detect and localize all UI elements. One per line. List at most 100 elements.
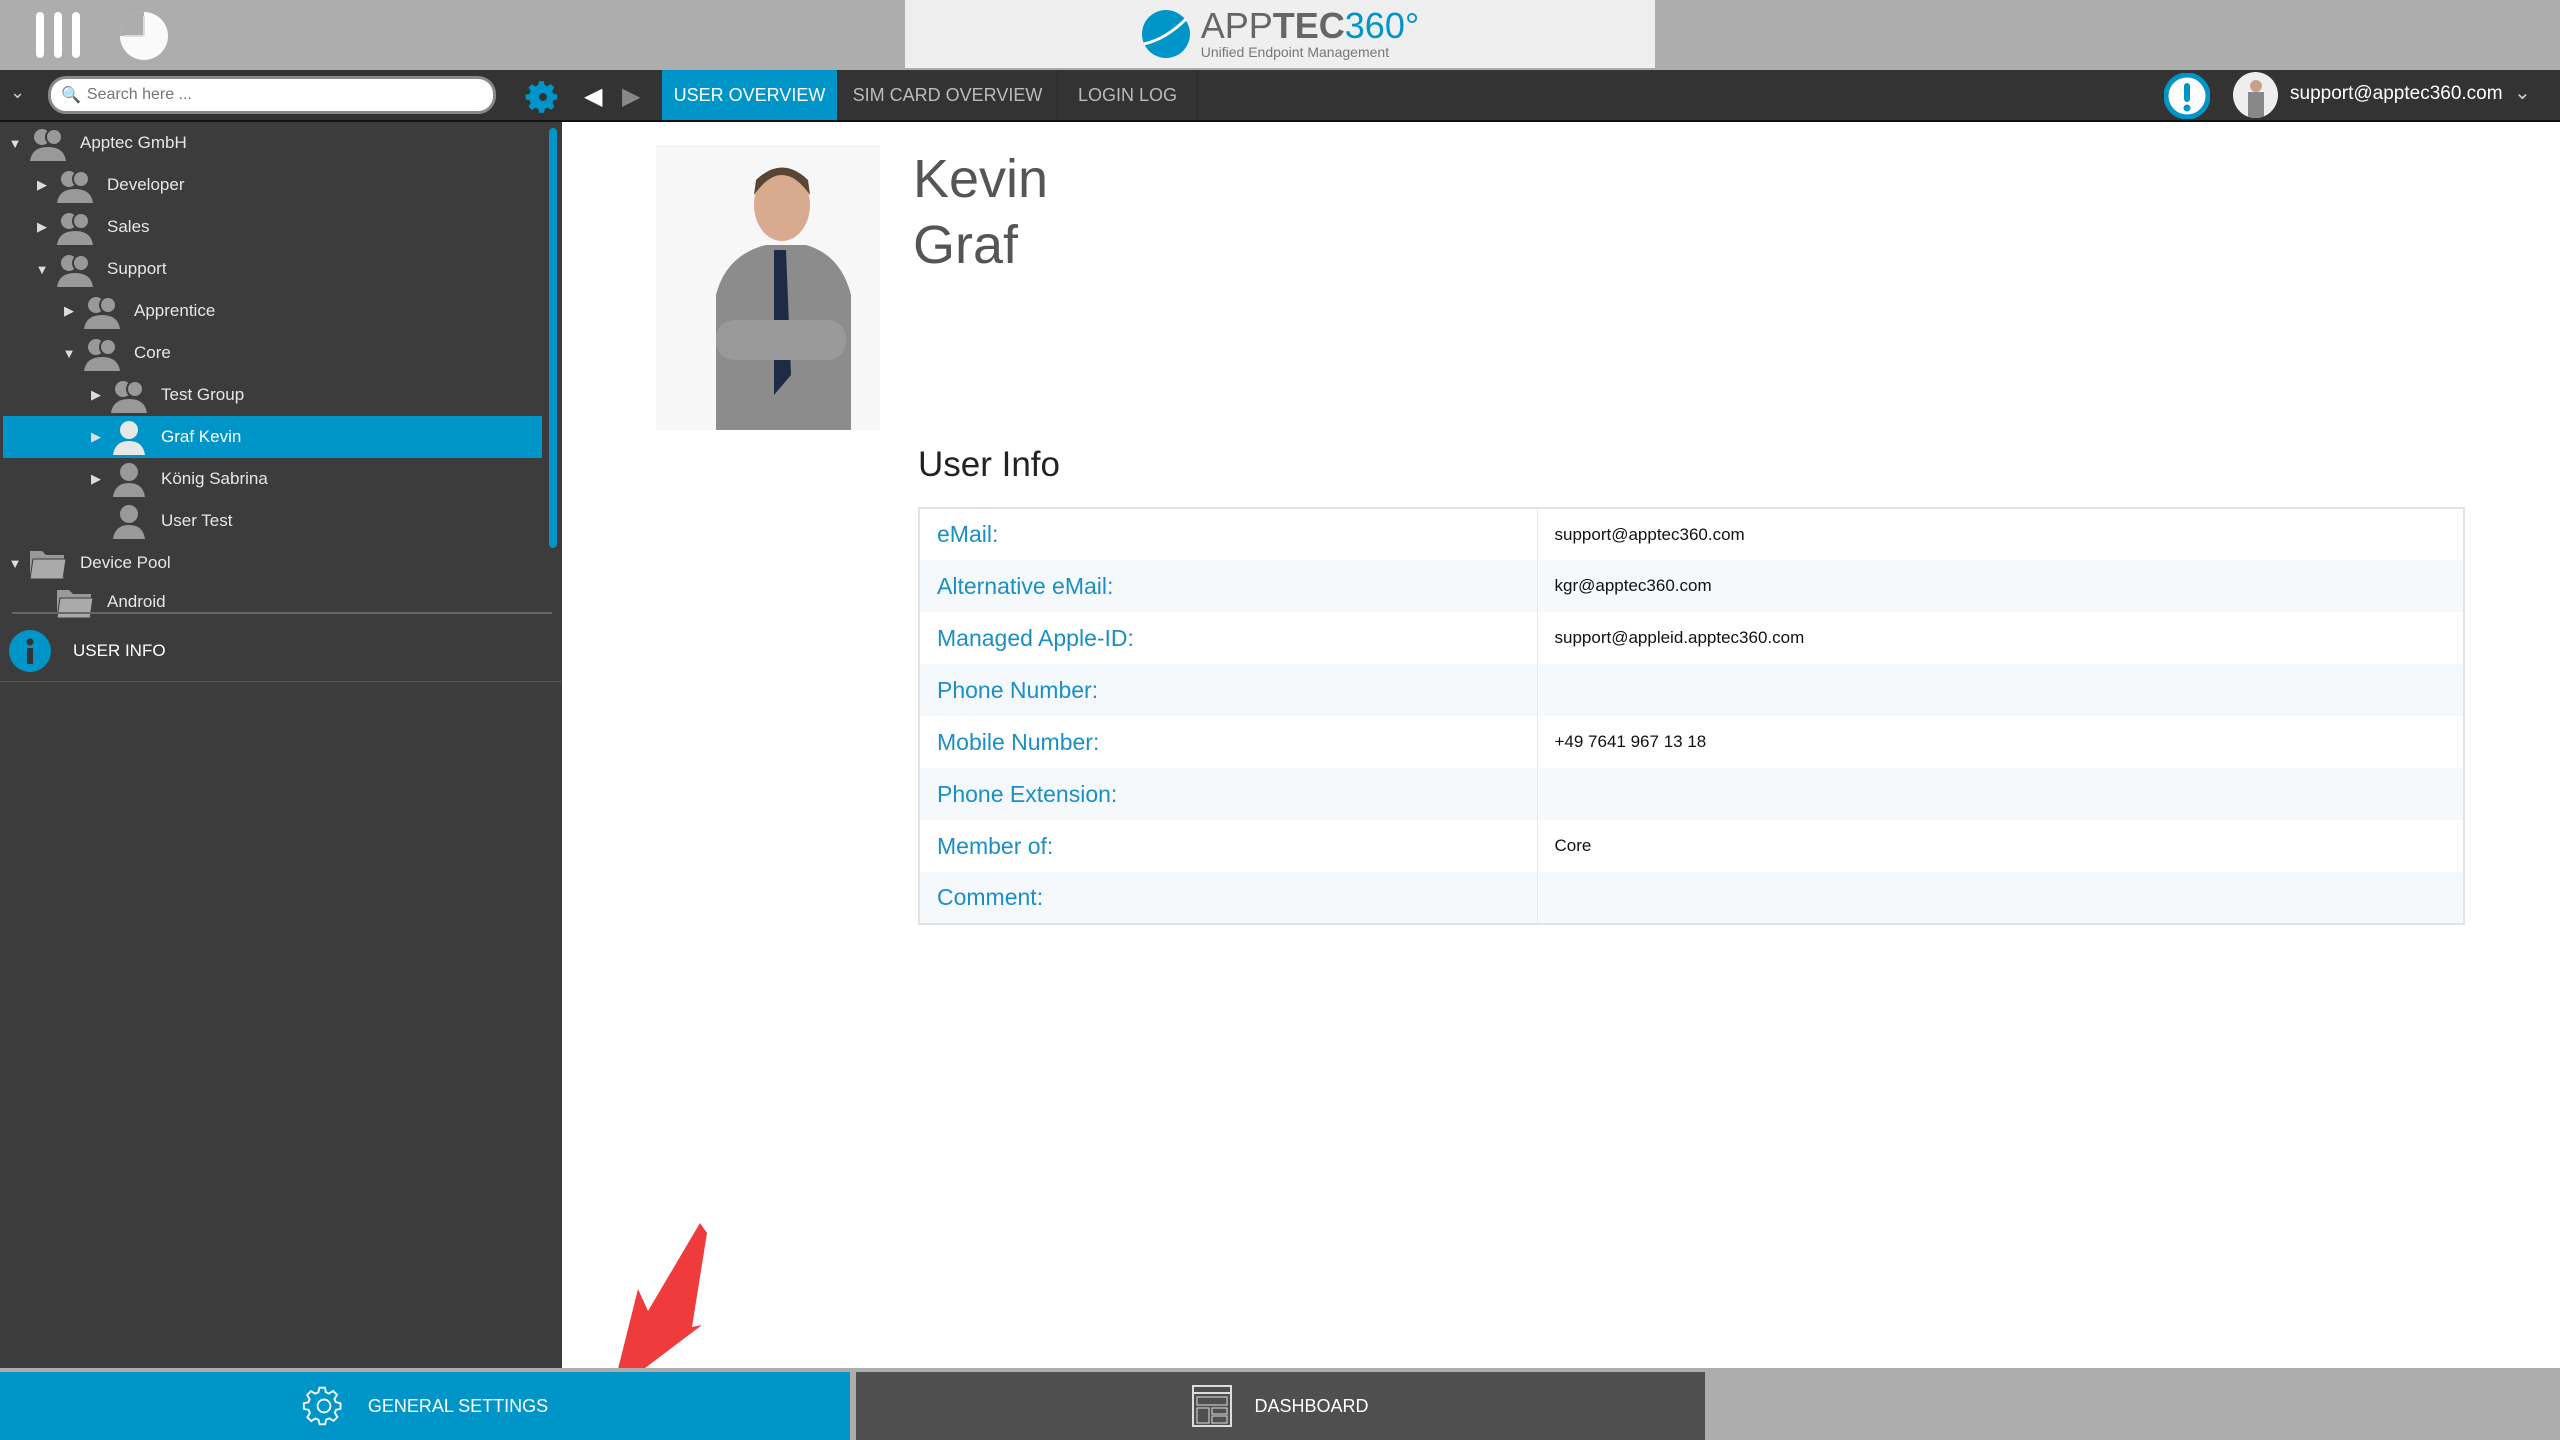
dashboard-icon bbox=[1192, 1385, 1233, 1427]
gear-icon[interactable] bbox=[524, 78, 562, 121]
user-avatar[interactable] bbox=[2233, 72, 2278, 118]
back-arrow-icon[interactable]: ◀ bbox=[584, 82, 602, 111]
tree-item-label: Graf Kevin bbox=[161, 427, 242, 446]
search-box: 🔍 bbox=[48, 76, 496, 114]
group-icon bbox=[55, 209, 95, 245]
tree-item-label: Test Group bbox=[161, 385, 245, 404]
top-bar: APPTEC360° Unified Endpoint Management bbox=[0, 0, 2560, 70]
tree-item-label: Support bbox=[107, 259, 167, 278]
table-row: Mobile Number: +49 7641 967 13 18 bbox=[919, 716, 2464, 768]
tree-item-label: Core bbox=[134, 343, 171, 362]
menu-bars-icon[interactable] bbox=[34, 12, 84, 63]
tree-item[interactable]: ▶ Test Group bbox=[3, 374, 542, 416]
tab-sim-card-overview[interactable]: SIM CARD OVERVIEW bbox=[838, 70, 1058, 120]
info-icon bbox=[9, 629, 51, 672]
logo-360: 360° bbox=[1344, 5, 1420, 46]
table-row: Phone Extension: bbox=[919, 768, 2464, 820]
caret-down-icon[interactable]: ▼ bbox=[33, 262, 51, 277]
general-settings-label: GENERAL SETTINGS bbox=[367, 1395, 549, 1416]
field-value bbox=[1537, 768, 2464, 820]
caret-right-icon[interactable]: ▶ bbox=[87, 387, 105, 403]
table-row: Phone Number: bbox=[919, 664, 2464, 716]
tab-login-log[interactable]: LOGIN LOG bbox=[1058, 70, 1198, 120]
tree-item-label: Device Pool bbox=[80, 553, 171, 572]
table-row: Managed Apple-ID: support@appleid.apptec3… bbox=[919, 612, 2464, 664]
table-row: Member of: Core bbox=[919, 820, 2464, 872]
folder-icon bbox=[55, 584, 95, 620]
field-label: Managed Apple-ID: bbox=[919, 612, 1538, 664]
caret-right-icon[interactable]: ▶ bbox=[33, 219, 51, 235]
user-icon bbox=[109, 419, 149, 455]
tree-item[interactable]: ▶ König Sabrina bbox=[3, 458, 542, 500]
field-value: support@appleid.apptec360.com bbox=[1554, 628, 1805, 647]
logo-tec: TEC bbox=[1272, 5, 1345, 46]
group-icon bbox=[55, 251, 95, 287]
caret-right-icon[interactable]: ▶ bbox=[60, 303, 78, 319]
general-settings-button[interactable]: GENERAL SETTINGS bbox=[0, 1372, 850, 1440]
field-label: Comment: bbox=[919, 872, 1538, 924]
search-input[interactable] bbox=[86, 86, 467, 104]
caret-right-icon[interactable]: ▶ bbox=[87, 471, 105, 487]
section-title: User Info bbox=[918, 445, 1060, 484]
group-icon bbox=[82, 293, 122, 329]
sidebar: ▼ Apptec GmbH ▶ Developer ▶ Sales ▼ Support ▶ App… bbox=[0, 122, 562, 1368]
first-name: Kevin bbox=[913, 149, 1049, 209]
alert-icon[interactable] bbox=[2163, 72, 2211, 124]
caret-right-icon[interactable]: ▶ bbox=[87, 429, 105, 445]
tree-item[interactable]: ▶ Sales bbox=[3, 206, 542, 248]
table-row: eMail: support@apptec360.com bbox=[919, 508, 2464, 560]
caret-right-icon[interactable]: ▶ bbox=[33, 177, 51, 193]
dashboard-button[interactable]: DASHBOARD bbox=[856, 1372, 1705, 1440]
user-info-section[interactable]: USER INFO bbox=[0, 620, 562, 682]
tree-item[interactable]: ▶ Graf Kevin bbox=[3, 416, 542, 458]
dashboard-label: DASHBOARD bbox=[1254, 1395, 1369, 1416]
tree-item[interactable]: ▶ Apprentice bbox=[3, 290, 542, 332]
field-label: Phone Extension: bbox=[919, 768, 1538, 820]
tree-scrollbar[interactable] bbox=[549, 128, 557, 548]
field-value bbox=[1537, 664, 2464, 716]
divider bbox=[12, 612, 552, 614]
field-label: eMail: bbox=[919, 508, 1538, 560]
bottom-bar: GENERAL SETTINGS DASHBOARD bbox=[0, 1368, 2560, 1440]
field-value: Core bbox=[1554, 836, 1592, 855]
tree-item-label: Sales bbox=[107, 217, 150, 236]
group-icon bbox=[82, 335, 122, 371]
last-name: Graf bbox=[913, 215, 1019, 275]
tree-item[interactable]: ▼ Support bbox=[3, 248, 542, 290]
user-icon bbox=[109, 503, 149, 539]
tree-item[interactable]: Android bbox=[3, 584, 542, 620]
tree-item[interactable]: ▼ Apptec GmbH bbox=[3, 122, 542, 164]
tree-item[interactable]: ▼ Core bbox=[3, 332, 542, 374]
tree-item-label: Apprentice bbox=[134, 301, 216, 320]
table-row: Comment: bbox=[919, 872, 2464, 924]
user-email[interactable]: support@apptec360.com bbox=[2290, 83, 2503, 105]
group-icon bbox=[55, 167, 95, 203]
pie-chart-icon[interactable] bbox=[118, 10, 170, 67]
user-photo bbox=[656, 145, 880, 430]
caret-down-icon[interactable]: ▼ bbox=[6, 136, 24, 151]
forward-arrow-icon[interactable]: ▶ bbox=[622, 82, 640, 111]
field-label: Phone Number: bbox=[919, 664, 1538, 716]
caret-down-icon[interactable]: ▼ bbox=[6, 556, 24, 571]
tree-item[interactable]: ▼ Device Pool bbox=[3, 542, 542, 584]
collapse-chevron-icon[interactable]: ⌄ bbox=[10, 82, 25, 103]
field-label: Member of: bbox=[919, 820, 1538, 872]
field-value: +49 7641 967 13 18 bbox=[1554, 732, 1707, 751]
settings-gear-icon bbox=[302, 1386, 342, 1426]
user-full-name: Kevin Graf bbox=[913, 146, 1048, 278]
user-info-table: eMail: support@apptec360.com Alternative e… bbox=[918, 507, 2465, 925]
tab-user-overview[interactable]: USER OVERVIEW bbox=[662, 70, 838, 120]
caret-down-icon[interactable]: ▼ bbox=[60, 346, 78, 361]
search-icon: 🔍 bbox=[61, 87, 81, 104]
group-icon bbox=[28, 125, 68, 161]
user-icon bbox=[109, 461, 149, 497]
folder-icon bbox=[28, 545, 68, 581]
tree-item[interactable]: ▶ Developer bbox=[3, 164, 542, 206]
tree-item-label: Developer bbox=[107, 175, 185, 194]
user-menu-chevron-icon[interactable]: ⌄ bbox=[2514, 80, 2531, 105]
tree-item-label: User Test bbox=[161, 511, 233, 530]
tree-item-label: König Sabrina bbox=[161, 469, 268, 488]
group-icon bbox=[109, 377, 149, 413]
tree-item[interactable]: User Test bbox=[3, 500, 542, 542]
table-row: Alternative eMail: kgr@apptec360.com bbox=[919, 560, 2464, 612]
